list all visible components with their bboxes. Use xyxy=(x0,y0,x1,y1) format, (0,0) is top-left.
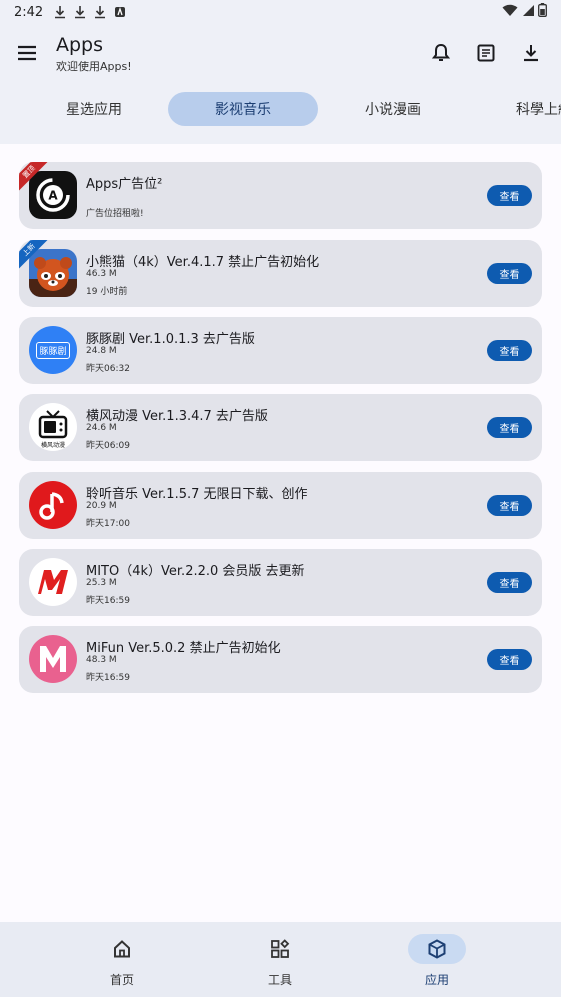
app-size: 24.6 M xyxy=(86,423,117,433)
svg-text:A: A xyxy=(48,189,58,203)
nav-home[interactable]: 首页 xyxy=(62,922,182,997)
status-bar: 2:42 xyxy=(0,0,561,24)
tab-video-music[interactable]: 影视音乐 xyxy=(168,92,318,126)
bell-icon xyxy=(432,43,450,61)
app-icon: A xyxy=(29,171,77,219)
app-size: 20.9 M xyxy=(86,501,117,511)
app-icon-text: 豚豚剧 xyxy=(36,341,70,359)
menu-icon xyxy=(18,45,36,61)
nav-tools[interactable]: 工具 xyxy=(220,922,340,997)
menu-button[interactable] xyxy=(14,40,40,66)
app-icon xyxy=(29,558,77,606)
app-time: 昨天16:59 xyxy=(86,673,130,683)
download-status-icon xyxy=(73,5,87,19)
view-button[interactable]: 查看 xyxy=(487,495,532,516)
nav-tools-pill xyxy=(251,934,309,964)
app-size: 46.3 M xyxy=(86,269,117,279)
app-title: 横风动漫 Ver.1.3.4.7 去广告版 xyxy=(86,409,268,424)
downloads-button[interactable] xyxy=(518,40,544,66)
nav-apps-label: 应用 xyxy=(424,973,449,987)
app-title: 小熊猫（4k）Ver.4.1.7 禁止广告初始化 xyxy=(86,255,320,270)
view-button[interactable]: 查看 xyxy=(487,263,532,284)
app-time: 昨天17:00 xyxy=(86,519,130,529)
download-icon xyxy=(524,45,538,62)
app-title: MiFun Ver.5.0.2 禁止广告初始化 xyxy=(86,641,281,656)
app-subtitle: 广告位招租啦! xyxy=(86,209,144,219)
cube-icon xyxy=(428,939,446,959)
list-item[interactable]: A 置顶 Apps广告位² 广告位招租啦! 查看 xyxy=(19,162,542,229)
title-block: Apps 欢迎使用Apps! xyxy=(56,34,132,74)
log-button[interactable] xyxy=(473,40,499,66)
view-button[interactable]: 查看 xyxy=(487,340,532,361)
app-title: MITO（4k）Ver.2.2.0 会员版 去更新 xyxy=(86,564,305,579)
battery-icon xyxy=(538,3,547,21)
nav-apps-pill xyxy=(408,934,466,964)
grid-icon xyxy=(271,939,290,958)
view-button[interactable]: 查看 xyxy=(487,572,532,593)
list-item[interactable]: 上新 小熊猫（4k）Ver.4.1.7 禁止广告初始化 46.3 M 19 小时… xyxy=(19,240,542,307)
document-icon xyxy=(477,44,495,62)
app-title: Apps广告位² xyxy=(86,177,163,192)
view-button[interactable]: 查看 xyxy=(487,417,532,438)
download-status-icon xyxy=(53,5,67,19)
tab-featured-apps[interactable]: 星选应用 xyxy=(44,92,144,126)
status-right xyxy=(502,3,547,21)
nav-home-pill xyxy=(93,934,151,964)
nav-apps[interactable]: 应用 xyxy=(377,922,497,997)
app-icon: 豚豚剧 xyxy=(29,326,77,374)
app-icon xyxy=(29,249,77,297)
list-item[interactable]: MiFun Ver.5.0.2 禁止广告初始化 48.3 M 昨天16:59 查… xyxy=(19,626,542,693)
app-icon xyxy=(29,635,77,683)
list-item[interactable]: 豚豚剧 豚豚剧 Ver.1.0.1.3 去广告版 24.8 M 昨天06:32 … xyxy=(19,317,542,384)
wifi-icon xyxy=(502,4,518,21)
status-time: 2:42 xyxy=(14,4,44,20)
app-icon-text: 横风动漫 xyxy=(40,442,65,449)
top-app-bar: Apps 欢迎使用Apps! xyxy=(0,24,561,86)
app-list: A 置顶 Apps广告位² 广告位招租啦! 查看 上新 小熊猫（4k）Ver.4… xyxy=(0,144,561,922)
app-title: 聆听音乐 Ver.1.5.7 无限日下载、创作 xyxy=(86,487,308,502)
app-subtitle: 欢迎使用Apps! xyxy=(56,60,132,73)
app-icon xyxy=(29,481,77,529)
tab-novels-comics[interactable]: 小说漫画 xyxy=(343,92,443,126)
list-item[interactable]: 聆听音乐 Ver.1.5.7 无限日下载、创作 20.9 M 昨天17:00 查… xyxy=(19,472,542,539)
list-item[interactable]: 横风动漫 横风动漫 Ver.1.3.4.7 去广告版 24.6 M 昨天06:0… xyxy=(19,394,542,461)
app-size: 48.3 M xyxy=(86,655,117,665)
app-notification-icon xyxy=(113,5,127,19)
app-time: 昨天06:32 xyxy=(86,364,130,374)
home-icon xyxy=(114,940,130,958)
app-size: 25.3 M xyxy=(86,578,117,588)
nav-home-label: 首页 xyxy=(109,973,134,987)
notifications-button[interactable] xyxy=(428,40,454,66)
view-button[interactable]: 查看 xyxy=(487,185,532,206)
app-title: Apps xyxy=(56,34,104,56)
tab-science-web[interactable]: 科學上網 xyxy=(496,92,561,126)
app-size: 24.8 M xyxy=(86,346,117,356)
app-time: 昨天06:09 xyxy=(86,441,130,451)
nav-tools-label: 工具 xyxy=(267,973,292,987)
signal-icon xyxy=(521,4,535,21)
app-time: 19 小时前 xyxy=(86,287,128,297)
app-icon: 横风动漫 xyxy=(29,403,77,451)
category-tabs: 星选应用 影视音乐 小说漫画 科學上網 xyxy=(0,90,561,128)
list-item[interactable]: MITO（4k）Ver.2.2.0 会员版 去更新 25.3 M 昨天16:59… xyxy=(19,549,542,616)
view-button[interactable]: 查看 xyxy=(487,649,532,670)
download-status-icon xyxy=(93,5,107,19)
app-title: 豚豚剧 Ver.1.0.1.3 去广告版 xyxy=(86,332,255,347)
app-time: 昨天16:59 xyxy=(86,596,130,606)
bottom-navigation: 首页 工具 应用 xyxy=(0,922,561,997)
